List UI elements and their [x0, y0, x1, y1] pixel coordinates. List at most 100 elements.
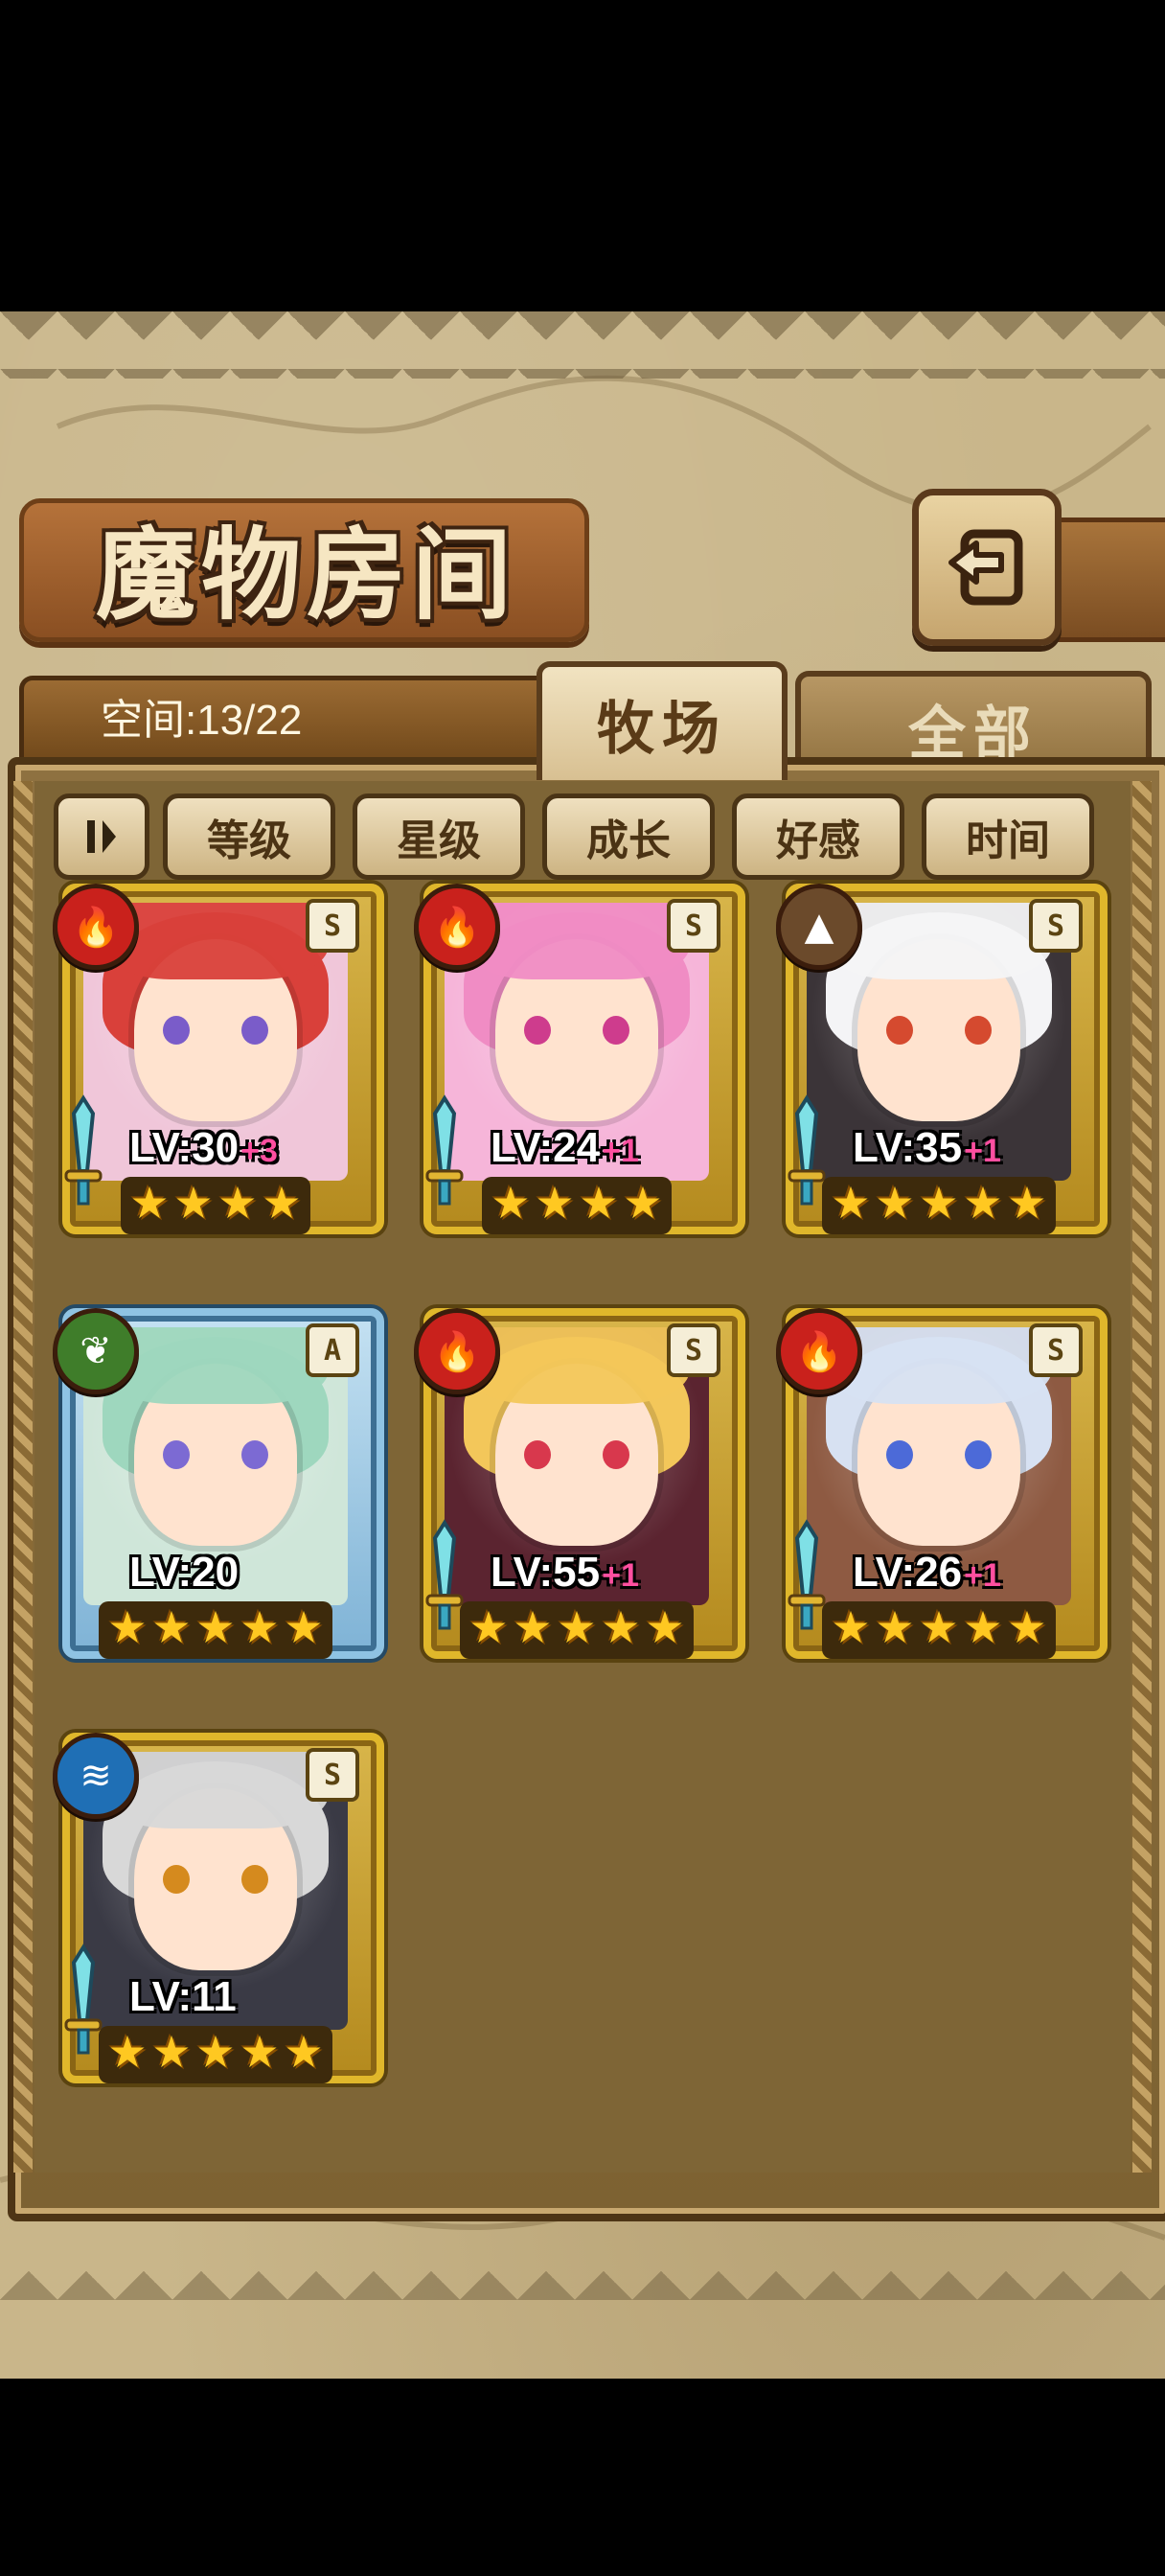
level-value: LV:55 [491, 1549, 601, 1596]
level-value: LV:35 [853, 1124, 963, 1171]
portrait-eyes [163, 1016, 268, 1045]
level-value: LV:30 [129, 1124, 240, 1171]
top-black-bar [0, 0, 1165, 311]
star-icon: ★ [129, 1177, 170, 1229]
star-icon: ★ [875, 1601, 915, 1653]
monster-level: LV:11 [129, 1970, 239, 2024]
star-icon: ★ [557, 1601, 597, 1653]
star-icon: ★ [1007, 1177, 1047, 1229]
star-icon: ★ [645, 1601, 685, 1653]
flame-icon: 🔥 [414, 884, 500, 970]
level-bonus: +1 [602, 1133, 639, 1169]
sort-by-growth-button[interactable]: 成长 [542, 794, 715, 880]
star-icon: ★ [107, 2026, 148, 2078]
monster-card[interactable]: ▲ S LV:35+1 ★ ★ ★ ★ ★ [776, 884, 1108, 1267]
sword-icon [64, 1094, 103, 1206]
space-capacity: 空间:13/22 [101, 697, 303, 744]
rank-badge: S [667, 1323, 720, 1377]
level-bonus: +1 [964, 1133, 1001, 1169]
leaf-icon: ❦ [53, 1308, 139, 1394]
monster-card[interactable]: 🔥 S LV:24+1 ★ ★ ★ ★ [414, 884, 745, 1267]
monster-card[interactable]: 🔥 S LV:30+3 ★ ★ ★ ★ [53, 884, 384, 1267]
back-button[interactable] [912, 489, 1062, 646]
star-icon: ★ [919, 1177, 959, 1229]
portrait-eyes [163, 1865, 268, 1894]
star-icon: ★ [195, 2026, 236, 2078]
level-value: LV:24 [491, 1124, 601, 1171]
star-icon: ★ [240, 1601, 280, 1653]
star-icon: ★ [262, 1177, 302, 1229]
star-icon: ★ [601, 1601, 641, 1653]
portrait-eyes [524, 1016, 629, 1045]
rank-badge: S [306, 1748, 359, 1802]
back-arrow-icon [948, 529, 1023, 606]
star-icon: ★ [240, 2026, 280, 2078]
flame-icon: 🔥 [414, 1308, 500, 1394]
star-icon: ★ [513, 1601, 553, 1653]
star-rating: ★ ★ ★ ★ ★ [99, 1601, 332, 1659]
star-icon: ★ [623, 1177, 663, 1229]
monster-level: LV:55+1 [491, 1546, 639, 1599]
sort-by-time-button[interactable]: 时间 [922, 794, 1094, 880]
level-bonus: +1 [602, 1557, 639, 1594]
waves-icon: ≋ [53, 1733, 139, 1819]
monster-level: LV:30+3 [129, 1121, 278, 1175]
star-icon: ★ [491, 1177, 531, 1229]
star-icon: ★ [151, 2026, 192, 2078]
star-icon: ★ [284, 1601, 324, 1653]
portrait-eyes [886, 1016, 992, 1045]
monster-card[interactable]: ≋ S LV:11 ★ ★ ★ ★ ★ [53, 1733, 384, 2116]
monster-level: LV:24+1 [491, 1121, 639, 1175]
rank-badge: S [667, 899, 720, 953]
star-icon: ★ [195, 1601, 236, 1653]
star-icon: ★ [151, 1601, 192, 1653]
star-rating: ★ ★ ★ ★ ★ [460, 1601, 694, 1659]
portrait-eyes [524, 1440, 629, 1469]
mountain-icon: ▲ [776, 884, 862, 970]
page-title: 魔物房间 [95, 515, 517, 633]
rank-badge: S [1029, 1323, 1083, 1377]
star-icon: ★ [107, 1601, 148, 1653]
star-rating: ★ ★ ★ ★ ★ [99, 2026, 332, 2083]
sort-by-level-button[interactable]: 等级 [163, 794, 335, 880]
sword-icon [425, 1094, 464, 1206]
star-icon: ★ [468, 1601, 509, 1653]
sort-by-affection-button[interactable]: 好感 [732, 794, 904, 880]
monster-card[interactable]: 🔥 S LV:26+1 ★ ★ ★ ★ ★ [776, 1308, 1108, 1691]
level-value: LV:26 [853, 1549, 963, 1596]
monster-card[interactable]: ❦ A LV:20 ★ ★ ★ ★ ★ [53, 1308, 384, 1691]
portrait-eyes [163, 1440, 268, 1469]
monster-level: LV:26+1 [853, 1546, 1001, 1599]
level-value: LV:20 [129, 1549, 240, 1596]
star-icon: ★ [831, 1177, 871, 1229]
sort-order-toggle[interactable] [54, 794, 149, 880]
monster-level: LV:20 [129, 1546, 240, 1599]
rank-badge: S [306, 899, 359, 953]
star-icon: ★ [1007, 1601, 1047, 1653]
torn-edge-bottom [0, 2242, 1165, 2310]
flame-icon: 🔥 [53, 884, 139, 970]
rank-badge: S [1029, 899, 1083, 953]
star-icon: ★ [963, 1601, 1003, 1653]
sort-by-stars-button[interactable]: 星级 [353, 794, 525, 880]
star-icon: ★ [579, 1177, 619, 1229]
level-bonus: +1 [964, 1557, 1001, 1594]
sort-direction-icon [87, 820, 116, 853]
star-icon: ★ [831, 1601, 871, 1653]
star-icon: ★ [919, 1601, 959, 1653]
level-bonus: +3 [240, 1133, 278, 1169]
bottom-black-bar [0, 2379, 1165, 2576]
level-value: LV:11 [129, 1973, 237, 2020]
portrait-eyes [886, 1440, 992, 1469]
star-rating: ★ ★ ★ ★ [482, 1177, 672, 1234]
star-icon: ★ [173, 1177, 214, 1229]
torn-edge-top [0, 311, 1165, 379]
star-icon: ★ [217, 1177, 258, 1229]
star-icon: ★ [875, 1177, 915, 1229]
tab-ranch[interactable]: 牧场 [537, 661, 788, 780]
star-icon: ★ [535, 1177, 575, 1229]
star-icon: ★ [963, 1177, 1003, 1229]
monster-card[interactable]: 🔥 S LV:55+1 ★ ★ ★ ★ ★ [414, 1308, 745, 1691]
rank-badge: A [306, 1323, 359, 1377]
flame-icon: 🔥 [776, 1308, 862, 1394]
